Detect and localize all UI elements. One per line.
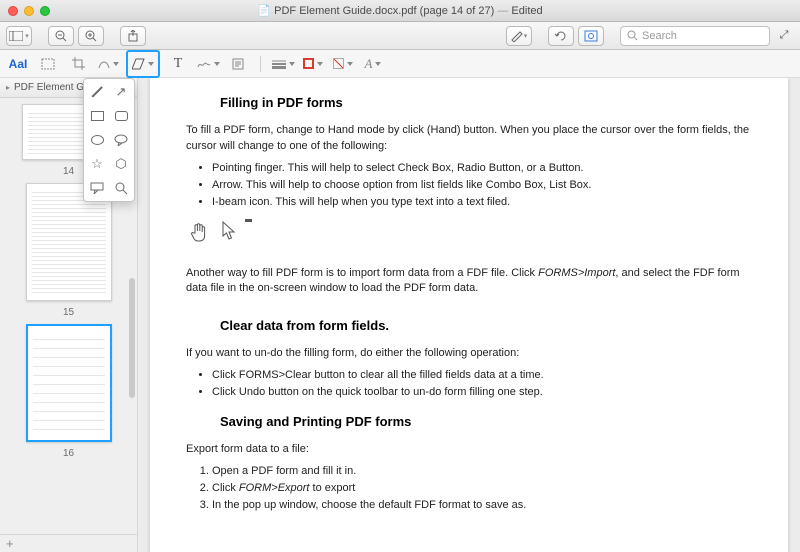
hand-cursor-icon — [190, 221, 210, 252]
body-text: To fill a PDF form, change to Hand mode … — [186, 123, 752, 155]
list-item: Click FORMS>Clear button to clear all th… — [212, 368, 752, 384]
speech-shape[interactable] — [112, 131, 130, 149]
annotation-toolbar: AaI T A — [0, 50, 800, 78]
highlight-tool[interactable]: AaI — [6, 53, 30, 75]
section-heading: Saving and Printing PDF forms — [220, 413, 752, 432]
arrow-shape[interactable]: ↗ — [112, 83, 130, 101]
share-button[interactable] — [120, 26, 146, 46]
section-heading: Filling in PDF forms — [220, 94, 752, 113]
thumb-page-num: 15 — [63, 307, 74, 318]
body-text: Export form data to a file: — [186, 442, 752, 458]
search-input[interactable]: Search — [620, 26, 770, 46]
thumb-page-num: 16 — [63, 448, 74, 459]
body-text: If you want to un-do the filling form, d… — [186, 346, 752, 362]
line-style-tool[interactable] — [271, 53, 295, 75]
shapes-dropdown: ↗ ☆ ⬡ — [83, 78, 135, 202]
signature-tool[interactable] — [196, 53, 220, 75]
document-viewport[interactable]: Filling in PDF forms To fill a PDF form,… — [138, 78, 800, 552]
list-item: Click FORM>Export to export — [212, 481, 752, 497]
rect-shape[interactable] — [88, 107, 106, 125]
select-rect-tool[interactable] — [36, 53, 60, 75]
search-icon — [627, 30, 638, 41]
section-heading: Clear data from form fields. — [220, 317, 752, 336]
add-page-button[interactable]: + — [6, 536, 14, 551]
list-item: I-beam icon. This will help when you typ… — [212, 195, 752, 211]
main-toolbar: ▾ ▾ Search ⤢ — [0, 22, 800, 50]
filename: PDF Element Guide.docx.pdf — [274, 5, 416, 17]
annotate-button[interactable]: ▾ — [506, 26, 532, 46]
line-shape[interactable] — [88, 83, 106, 101]
sketch-tool[interactable] — [96, 53, 120, 75]
note-tool[interactable] — [226, 53, 250, 75]
markup-button[interactable] — [578, 26, 604, 46]
expand-button[interactable]: ⤢ — [774, 26, 794, 46]
callout-shape[interactable] — [88, 179, 106, 197]
titlebar: 📄 PDF Element Guide.docx.pdf (page 14 of… — [0, 0, 800, 22]
search-placeholder: Search — [642, 30, 677, 42]
star-shape[interactable]: ☆ — [88, 155, 106, 173]
sidebar-toggle-button[interactable]: ▾ — [6, 26, 32, 46]
list-item: Arrow. This will help to choose option f… — [212, 178, 752, 194]
loupe-shape[interactable] — [112, 179, 130, 197]
body-text: Another way to fill PDF form is to impor… — [186, 266, 752, 298]
shapes-tool[interactable] — [126, 50, 160, 78]
font-style-tool[interactable]: A — [361, 53, 385, 75]
list-item: Click Undo button on the quick toolbar t… — [212, 385, 752, 401]
text-tool[interactable]: T — [166, 53, 190, 75]
sidebar-scrollbar[interactable] — [129, 278, 135, 398]
cursor-samples — [190, 221, 752, 252]
roundrect-shape[interactable] — [112, 107, 130, 125]
polygon-shape[interactable]: ⬡ — [112, 155, 130, 173]
edited-label: Edited — [511, 5, 542, 17]
page-thumbnail-selected[interactable] — [26, 324, 112, 442]
zoom-out-button[interactable] — [48, 26, 74, 46]
list-item: Open a PDF form and fill it in. — [212, 464, 752, 480]
list-item: In the pop up window, choose the default… — [212, 498, 752, 514]
zoom-in-button[interactable] — [78, 26, 104, 46]
border-color-tool[interactable] — [301, 53, 325, 75]
list-item: Pointing finger. This will help to selec… — [212, 161, 752, 177]
window-title: 📄 PDF Element Guide.docx.pdf (page 14 of… — [0, 4, 800, 17]
page-indicator: (page 14 of 27) — [420, 5, 495, 17]
rotate-button[interactable] — [548, 26, 574, 46]
fill-color-tool[interactable] — [331, 53, 355, 75]
ellipse-shape[interactable] — [88, 131, 106, 149]
doc-icon: 📄 — [257, 5, 271, 17]
crop-tool[interactable] — [66, 53, 90, 75]
thumb-page-num: 14 — [63, 166, 74, 177]
pdf-page: Filling in PDF forms To fill a PDF form,… — [150, 78, 788, 552]
arrow-cursor-icon — [222, 221, 236, 252]
sidebar-footer: + — [0, 534, 137, 552]
